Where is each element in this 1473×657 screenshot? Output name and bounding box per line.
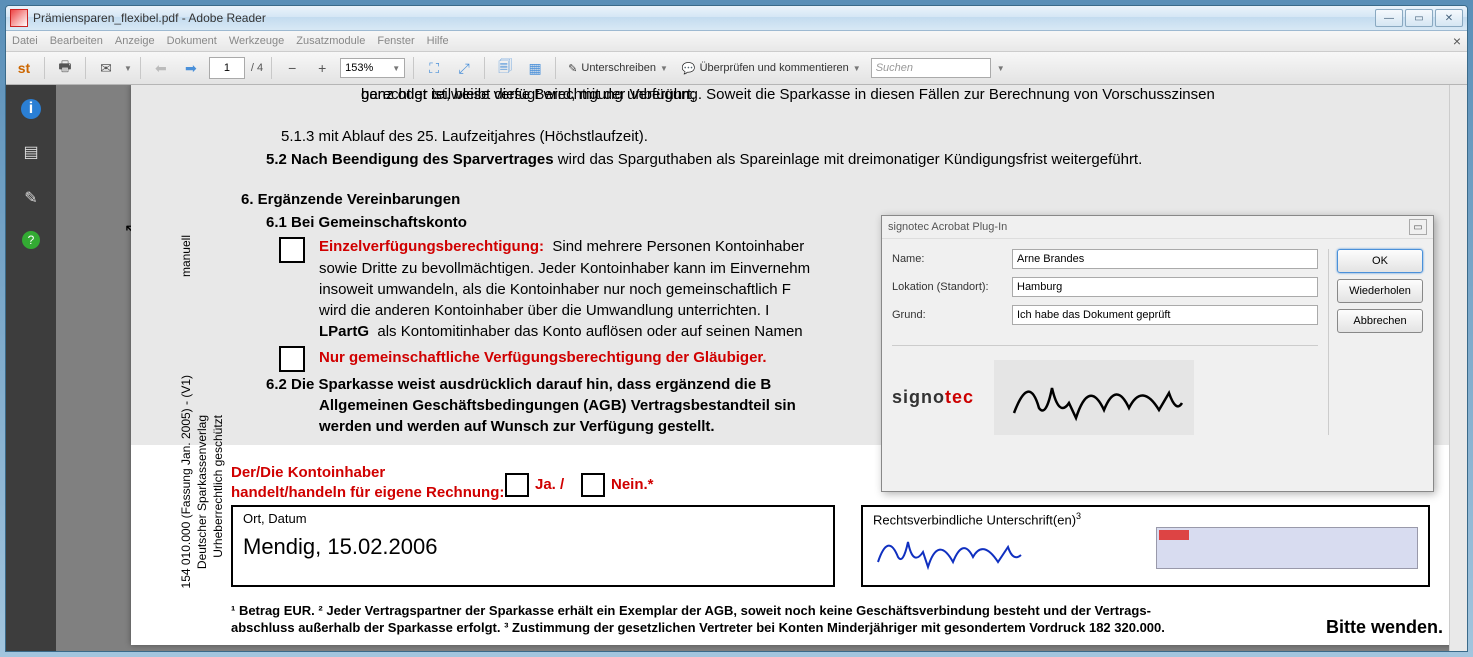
close-button[interactable]: ✕ xyxy=(1435,9,1463,27)
name-input[interactable]: Arne Brandes xyxy=(1012,249,1318,269)
sig-label: Rechtsverbindliche Unterschrift(en)3 xyxy=(873,511,1418,527)
maximize-button[interactable]: ▭ xyxy=(1405,9,1433,27)
name-label: Name: xyxy=(892,253,1012,265)
reason-input[interactable]: Ich habe das Dokument geprüft xyxy=(1012,305,1318,325)
cancel-button[interactable]: Abbrechen xyxy=(1337,309,1423,333)
zoom-in-icon[interactable]: + xyxy=(310,56,334,80)
menu-document[interactable]: Dokument xyxy=(167,35,217,47)
find-icon[interactable]: 🗐 xyxy=(493,56,517,80)
c52: 5.2 Nach Beendigung des Sparvertrages wi… xyxy=(266,150,1142,170)
label-ja: Ja. / xyxy=(535,475,564,495)
vertical-scrollbar[interactable] xyxy=(1449,85,1467,651)
menu-window[interactable]: Fenster xyxy=(377,35,414,47)
signotec-dialog: signotec Acrobat Plug-In ▭ Name:Arne Bra… xyxy=(881,215,1434,492)
page-total-label: / 4 xyxy=(251,62,263,74)
checkbox-ja[interactable] xyxy=(505,473,529,497)
h62-2: Allgemeinen Geschäftsbedingungen (AGB) V… xyxy=(319,396,796,416)
line-top2: berechtigt ist, bleibt diese Berechtigun… xyxy=(361,85,695,105)
side-text-1: 154 010.000 (Fassung Jan. 2005) - (V1) xyxy=(179,375,193,588)
dialog-titlebar: signotec Acrobat Plug-In ▭ xyxy=(882,216,1433,239)
ort-label: Ort, Datum xyxy=(243,511,823,526)
h62-3: werden und werden auf Wunsch zur Verfügu… xyxy=(319,417,715,437)
sign-button[interactable]: ✎Unterschreiben▼ xyxy=(564,62,672,75)
menu-extras[interactable]: Zusatzmodule xyxy=(296,35,365,47)
tool1-icon[interactable]: ▦ xyxy=(523,56,547,80)
review-button[interactable]: 💬Überprüfen und kommentieren▼ xyxy=(678,62,865,75)
side-text-3: Urheberrechtlich geschützt xyxy=(211,415,225,558)
print-icon[interactable]: 🖶 xyxy=(53,56,77,80)
location-label: Lokation (Standort): xyxy=(892,281,1012,293)
einzel4: wird die anderen Kontoinhaber über die U… xyxy=(319,301,769,321)
footnote-2: abschluss außerhalb der Sparkasse erfolg… xyxy=(231,620,1165,635)
adobe-reader-window: Prämiensparen_flexibel.pdf - Adobe Reade… xyxy=(5,5,1468,652)
h62-1: 6.2 Die Sparkasse weist ausdrücklich dar… xyxy=(266,375,771,395)
prev-page-icon[interactable]: ⬅ xyxy=(149,56,173,80)
menu-file[interactable]: Datei xyxy=(12,35,38,47)
label-nein: Nein.* xyxy=(611,475,654,495)
email-icon[interactable]: ✉ xyxy=(94,56,118,80)
c513: 5.1.3 mit Ablauf des 25. Laufzeitjahres … xyxy=(281,127,648,147)
signature-box[interactable]: Rechtsverbindliche Unterschrift(en)3 xyxy=(861,505,1430,587)
pages-icon[interactable]: ▤ xyxy=(18,139,44,165)
nur-gem: Nur gemeinschaftliche Verfügungsberechti… xyxy=(319,348,767,368)
menu-edit[interactable]: Bearbeiten xyxy=(50,35,103,47)
checkbox-gemeinschaft[interactable] xyxy=(279,346,305,372)
menu-view[interactable]: Anzeige xyxy=(115,35,155,47)
einzel2: sowie Dritte zu bevollmächtigen. Jeder K… xyxy=(319,259,810,279)
search-input[interactable]: Suchen xyxy=(871,58,991,78)
einzel: Einzelverfügungsberechtigung: Sind mehre… xyxy=(319,237,804,257)
info-icon[interactable]: i xyxy=(21,99,41,119)
einzel5: LPartG als Kontomitinhaber das Konto auf… xyxy=(319,322,803,342)
signature-preview xyxy=(994,360,1194,435)
pdf-icon xyxy=(10,9,28,27)
place-date-box: Ort, Datum Mendig, 15.02.2006 xyxy=(231,505,835,587)
titlebar: Prämiensparen_flexibel.pdf - Adobe Reade… xyxy=(6,6,1467,31)
bitte-wenden: Bitte wenden. xyxy=(1326,615,1443,639)
h61: 6.1 Bei Gemeinschaftskonto xyxy=(266,213,467,233)
signotec-logo: signotec xyxy=(892,387,974,408)
sign-panel-icon[interactable]: ✎ xyxy=(18,185,44,211)
zoom-out-icon[interactable]: − xyxy=(280,56,304,80)
owner1: Der/Die Kontoinhaber xyxy=(231,463,385,483)
dialog-title: signotec Acrobat Plug-In xyxy=(888,221,1007,233)
fit-width-icon[interactable]: ⛶ xyxy=(422,56,446,80)
dialog-close-icon[interactable]: ▭ xyxy=(1409,219,1427,235)
window-title: Prämiensparen_flexibel.pdf - Adobe Reade… xyxy=(33,11,266,25)
sig-stamp-area xyxy=(1156,527,1418,569)
menu-close-icon[interactable]: × xyxy=(1453,33,1461,49)
ok-button[interactable]: OK xyxy=(1337,249,1423,273)
einzel3: insoweit umwandeln, als die Kontoinhaber… xyxy=(319,280,791,300)
side-text-4: manuell xyxy=(179,235,193,277)
menubar: Datei Bearbeiten Anzeige Dokument Werkze… xyxy=(6,31,1467,52)
checkbox-einzel[interactable] xyxy=(279,237,305,263)
side-text-2: Deutscher Sparkassenverlag xyxy=(195,415,209,569)
menu-tools[interactable]: Werkzeuge xyxy=(229,35,284,47)
ort-value: Mendig, 15.02.2006 xyxy=(243,534,823,560)
menu-help[interactable]: Hilfe xyxy=(427,35,449,47)
document-area: ↖ 154 010.000 (Fassung Jan. 2005) - (V1)… xyxy=(56,85,1467,651)
next-page-icon[interactable]: ➡ xyxy=(179,56,203,80)
help-icon[interactable]: ? xyxy=(22,231,40,249)
fit-page-icon[interactable]: ⤢ xyxy=(452,56,476,80)
reason-label: Grund: xyxy=(892,309,1012,321)
left-sidebar: i ▤ ✎ ? xyxy=(6,85,56,651)
page-number-input[interactable] xyxy=(209,57,245,79)
owner2: handelt/handeln für eigene Rechnung: xyxy=(231,483,504,503)
toolbar: st 🖶 ✉ ▼ ⬅ ➡ / 4 − + 153%▼ ⛶ ⤢ 🗐 ▦ ✎Unte… xyxy=(6,52,1467,85)
minimize-button[interactable]: — xyxy=(1375,9,1403,27)
signature-drawn xyxy=(873,527,1023,572)
footnote-1: ¹ Betrag EUR. ² Jeder Vertragspartner de… xyxy=(231,603,1151,618)
h6: 6. Ergänzende Vereinbarungen xyxy=(241,190,460,210)
signotec-icon[interactable]: st xyxy=(12,56,36,80)
repeat-button[interactable]: Wiederholen xyxy=(1337,279,1423,303)
zoom-level[interactable]: 153%▼ xyxy=(340,58,405,78)
location-input[interactable]: Hamburg xyxy=(1012,277,1318,297)
checkbox-nein[interactable] xyxy=(581,473,605,497)
